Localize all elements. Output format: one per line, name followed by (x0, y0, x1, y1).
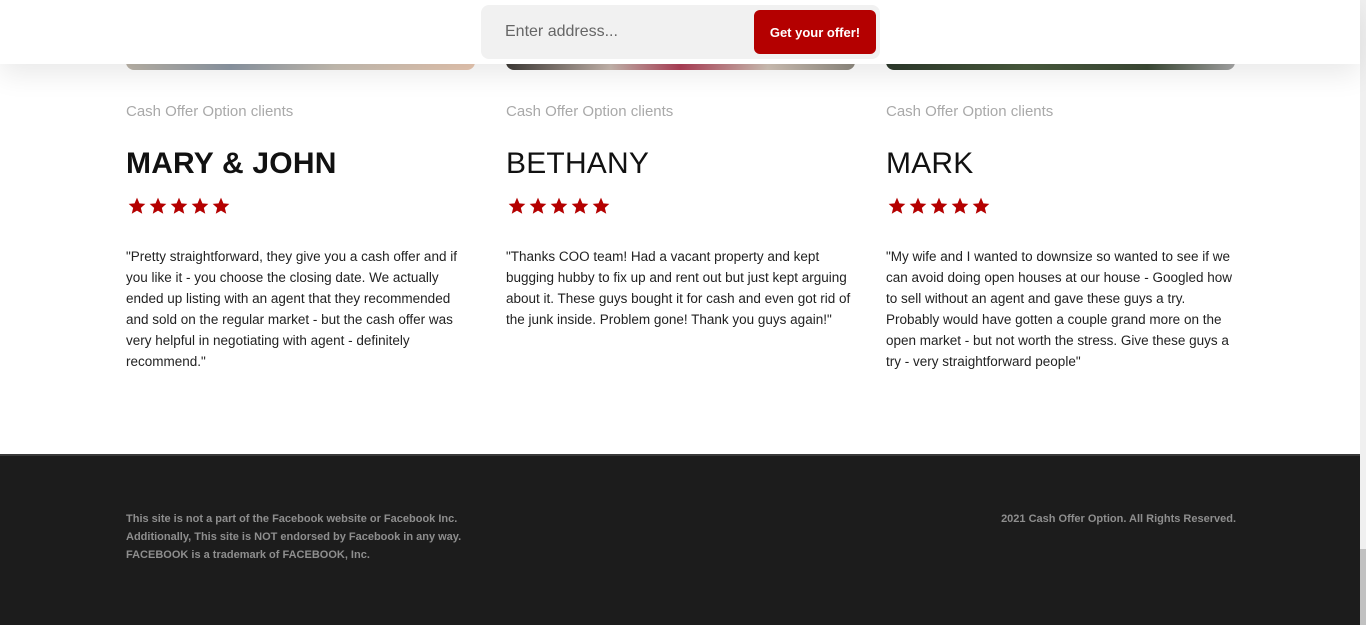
star-icon (972, 197, 990, 214)
disclaimer-line: This site is not a part of the Facebook … (126, 513, 458, 525)
star-icon (149, 197, 167, 214)
star-icon (212, 197, 230, 214)
client-name: MARY & JOHN (126, 147, 337, 180)
facebook-disclaimer: This site is not a part of the Facebook … (126, 510, 486, 564)
testimonial-card: Cash Offer Option clients BETHANY "Thank… (506, 100, 858, 330)
page-scrollbar[interactable] (1360, 0, 1366, 625)
address-form: Get your offer! (481, 5, 880, 59)
star-rating (126, 196, 478, 220)
sticky-header: Get your offer! (0, 0, 1360, 64)
client-name: MARK (886, 147, 974, 180)
star-icon (571, 197, 589, 214)
star-icon (930, 197, 948, 214)
star-icon (508, 197, 526, 214)
star-icon (128, 197, 146, 214)
star-icon (909, 197, 927, 214)
testimonial-quote: "Thanks COO team! Had a vacant property … (506, 249, 851, 327)
testimonial-kicker: Cash Offer Option clients (886, 103, 1054, 120)
star-rating (506, 196, 858, 220)
scrollbar-thumb[interactable] (1360, 549, 1366, 625)
testimonial-quote: "My wife and I wanted to downsize so wan… (886, 249, 1232, 369)
disclaimer-line: Additionally, This site is NOT endorsed … (126, 531, 462, 543)
client-name: BETHANY (506, 147, 650, 180)
get-offer-button[interactable]: Get your offer! (754, 10, 876, 54)
address-input[interactable] (491, 14, 751, 50)
disclaimer-line: FACEBOOK is a trademark of FACEBOOK, Inc… (126, 549, 370, 561)
star-icon (191, 197, 209, 214)
star-icon (888, 197, 906, 214)
copyright-text: 2021 Cash Offer Option. All Rights Reser… (1001, 513, 1236, 525)
star-icon (951, 197, 969, 214)
star-icon (592, 197, 610, 214)
star-icon (170, 197, 188, 214)
testimonial-kicker: Cash Offer Option clients (126, 103, 294, 120)
testimonial-quote: "Pretty straightforward, they give you a… (126, 249, 457, 369)
testimonial-card: Cash Offer Option clients MARY & JOHN "P… (126, 100, 478, 372)
testimonial-kicker: Cash Offer Option clients (506, 103, 674, 120)
star-icon (550, 197, 568, 214)
testimonial-card: Cash Offer Option clients MARK "My wife … (886, 100, 1238, 372)
star-rating (886, 196, 1238, 220)
site-footer: This site is not a part of the Facebook … (0, 454, 1360, 625)
star-icon (529, 197, 547, 214)
